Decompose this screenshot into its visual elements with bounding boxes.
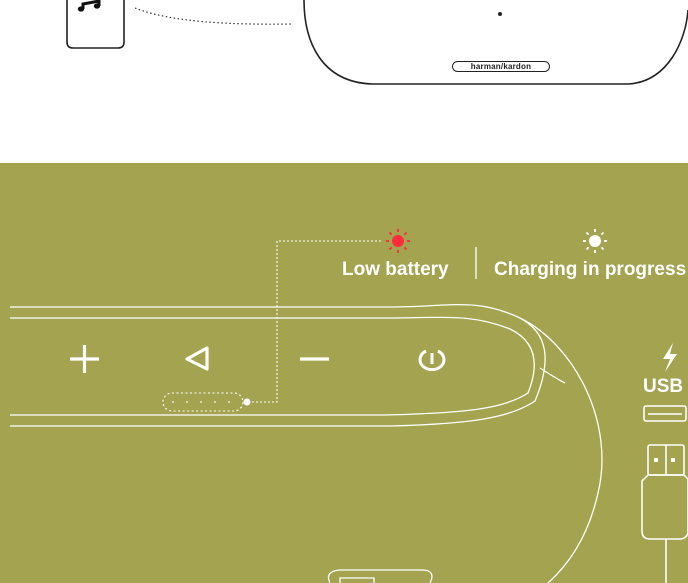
low-battery-led-icon	[386, 229, 410, 253]
low-battery-label: Low battery	[342, 259, 449, 280]
battery-led-bar	[162, 392, 251, 412]
usb-cable-icon	[641, 444, 688, 583]
usb-label: USB	[643, 376, 684, 397]
speaker-controls-panel: Low battery Charging in progress USB	[0, 163, 688, 583]
music-device	[66, 0, 125, 49]
plus-icon	[70, 345, 99, 373]
harman-kardon-logo: harman/kardon	[452, 61, 550, 72]
speaker-edge-outline	[10, 303, 603, 583]
usb-port-icon	[643, 405, 687, 422]
charging-led-icon	[583, 229, 607, 253]
charging-label: Charging in progress	[494, 259, 687, 280]
top-diagram-section: harman/kardon	[0, 0, 688, 163]
music-note-icon	[77, 0, 101, 12]
power-icon	[418, 349, 446, 372]
speaker-dot	[498, 12, 502, 16]
speaker-controls-illustration	[10, 229, 688, 583]
lightning-icon	[663, 343, 677, 372]
speaker-top-illustration	[66, 0, 688, 85]
previous-icon	[185, 346, 209, 371]
bluetooth-link-line	[134, 7, 293, 25]
